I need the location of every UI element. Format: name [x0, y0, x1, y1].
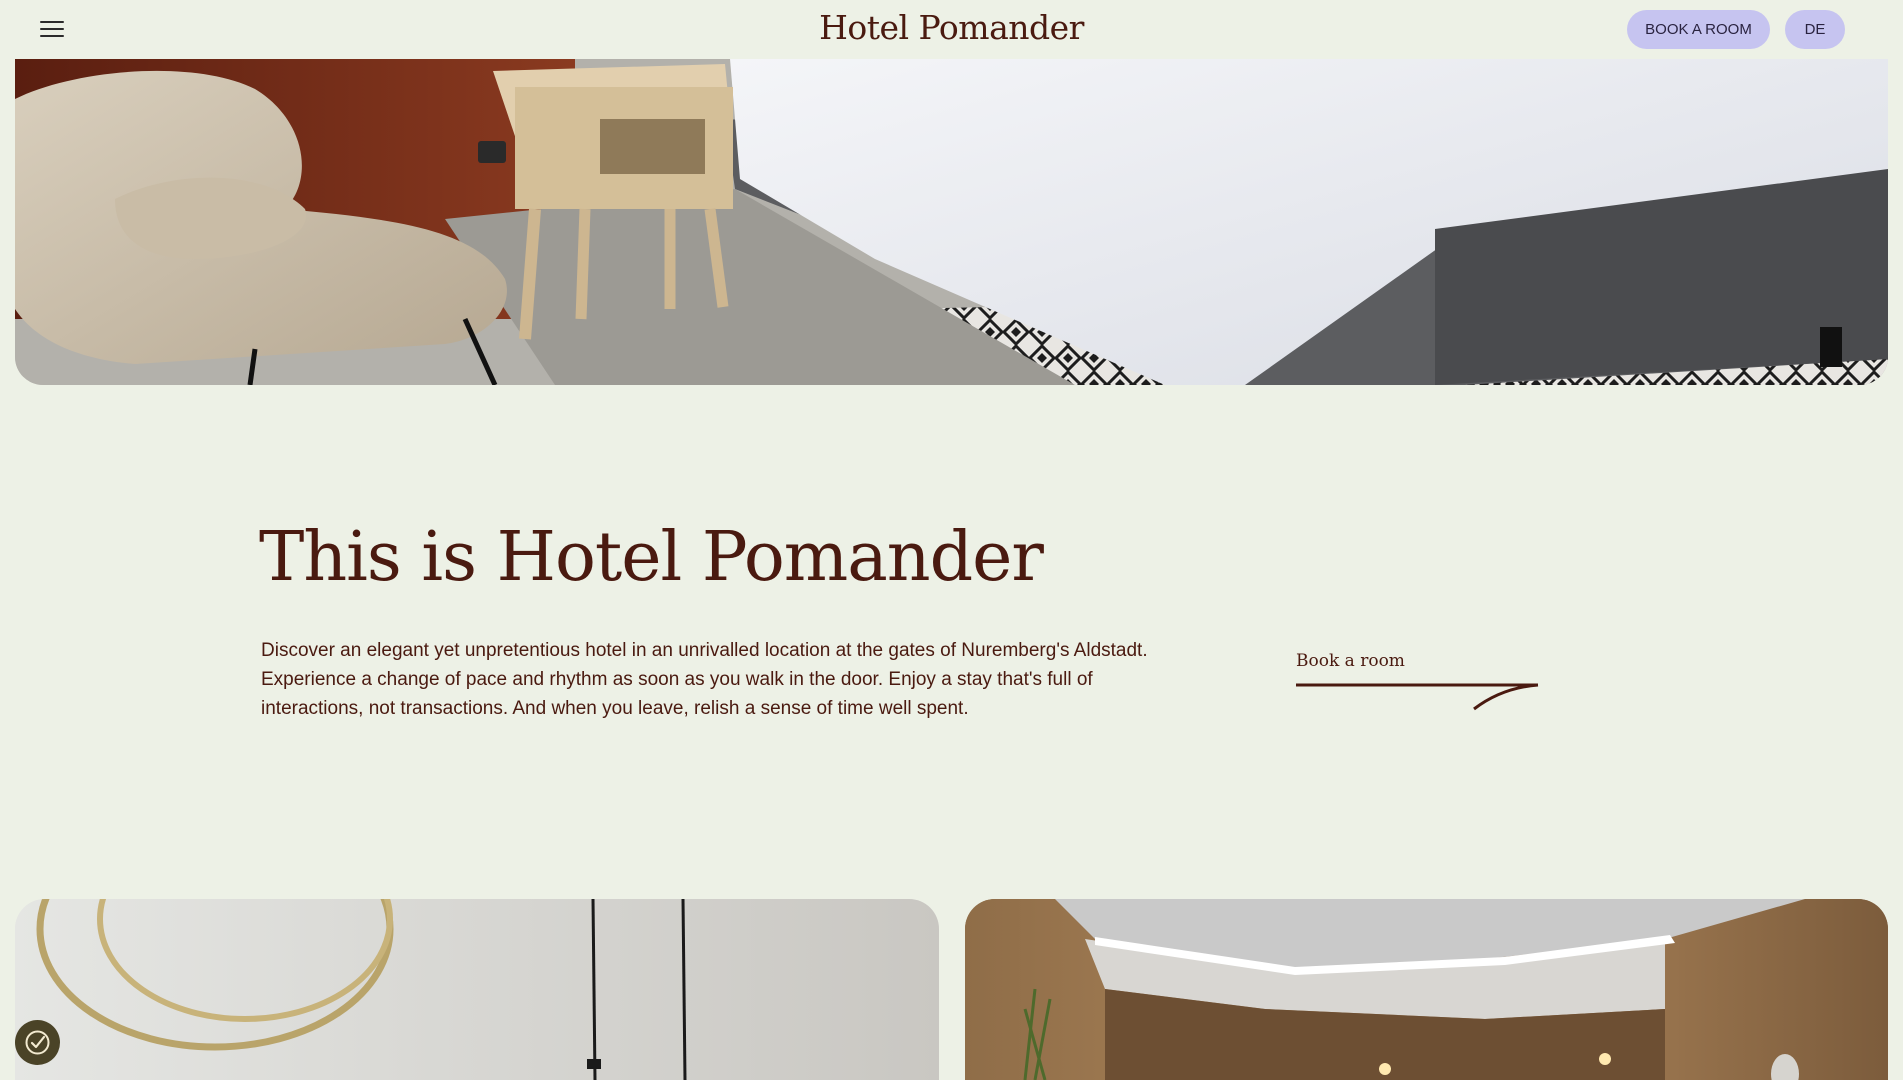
book-a-room-button[interactable]: BOOK A ROOM [1627, 10, 1770, 49]
cookie-settings-button[interactable] [15, 1020, 60, 1065]
language-switch-button[interactable]: DE [1785, 10, 1845, 49]
book-a-room-link[interactable]: Book a room [1296, 646, 1540, 716]
gallery-card-right [965, 899, 1888, 1080]
site-header: Hotel Pomander BOOK A ROOM DE [0, 0, 1903, 59]
intro-title: This is Hotel Pomander [259, 518, 1044, 597]
cookie-consent-icon [25, 1030, 50, 1055]
brand-logo[interactable]: Hotel Pomander [0, 6, 1903, 50]
intro-paragraph: Discover an elegant yet unpretentious ho… [261, 640, 1148, 719]
hamburger-menu-icon[interactable] [38, 18, 66, 40]
hero-image [15, 59, 1888, 385]
gallery-card-left [15, 899, 939, 1080]
arrow-swoosh-icon [1296, 683, 1539, 711]
book-a-room-link-label: Book a room [1296, 651, 1405, 671]
